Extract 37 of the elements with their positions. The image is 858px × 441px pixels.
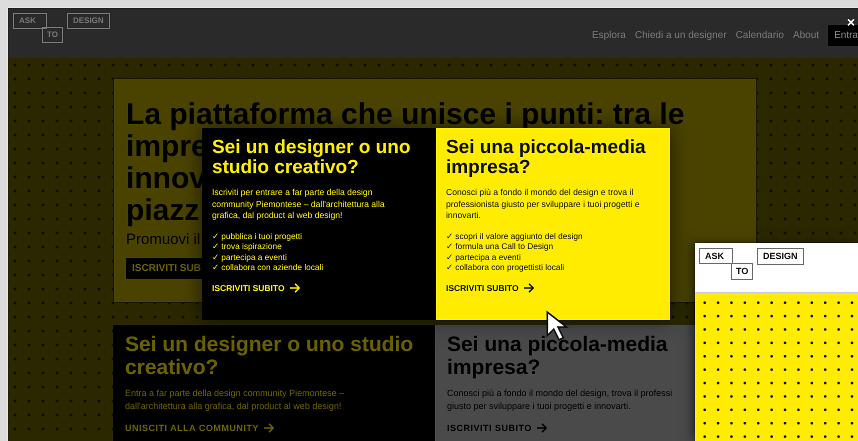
feature-item: ✓ partecipa a eventi — [212, 252, 288, 262]
panel-title: Sei un designer o uno studio creativo? — [212, 138, 412, 178]
hero-title: innov — [126, 163, 206, 195]
card-title: Sei un designer o uno studio creativo? — [125, 333, 414, 379]
nav-link[interactable]: About — [792, 30, 820, 41]
nav-link[interactable]: Chiedi a un designer — [634, 30, 727, 41]
card-title: Sei una piccola-media impresa? — [447, 333, 669, 379]
card-text: giusto per sviluppare i tuoi progetti e innovarti. — [447, 400, 632, 413]
arrow-icon — [522, 282, 535, 292]
feature-item: ✓ scopri il valore aggiunto del design — [446, 230, 584, 241]
feature-item: ✓ collabora con aziende locali — [212, 262, 324, 272]
cta-link[interactable]: UNISCITI ALLA COMMUNITY — [125, 423, 275, 433]
close-button[interactable]: × — [846, 16, 855, 28]
logo[interactable]: ASK TO DESIGN — [13, 13, 113, 47]
panel-title: Sei una piccola-media impresa? — [446, 138, 646, 178]
login-button[interactable]: Entra — [828, 25, 858, 46]
arrow-icon — [288, 282, 301, 292]
panel-text: Conosci più a fondo il mondo del design e trova il professionista giusto per sviluppare i tuoi progetti e innovarti. — [446, 187, 640, 222]
panel-text: Iscriviti per entrare a far parte della design community Piemontese – dall'architettura alla grafica, dal product al web design! — [212, 187, 386, 222]
hero-title: piazz — [126, 195, 200, 227]
signup-link[interactable]: ISCRIVITI SUBITO — [446, 282, 535, 292]
hero-title: La piattaforma che unisce i punti: tra le — [126, 99, 684, 131]
hero-subtitle: Promuovi il — [126, 231, 200, 248]
feature-item: ✓ partecipa a eventi — [446, 252, 522, 262]
card-text: dall'architettura alla grafica, dal product al web design! — [125, 400, 342, 413]
feature-item: ✓ formula una Call to Design — [446, 241, 554, 252]
nav-link[interactable]: Esplora — [592, 30, 626, 41]
nav-link[interactable]: Calendario — [736, 30, 784, 41]
card-text: Conosci più a fondo il mondo del design, trova il professi — [447, 387, 674, 400]
feature-item: ✓ trova ispirazione — [212, 241, 283, 252]
card-text: Entra a far parte della design community Piemontese – — [125, 387, 346, 400]
feature-item: ✓ collabora con progettisti locali — [446, 262, 566, 272]
cta-link[interactable]: ISCRIVITI SUBITO — [447, 423, 548, 433]
signup-link[interactable]: ISCRIVITI SUBITO — [212, 282, 301, 292]
arrow-icon — [536, 423, 548, 433]
arrow-icon — [262, 423, 275, 433]
feature-item: ✓ pubblica i tuoi progetti — [212, 230, 304, 241]
